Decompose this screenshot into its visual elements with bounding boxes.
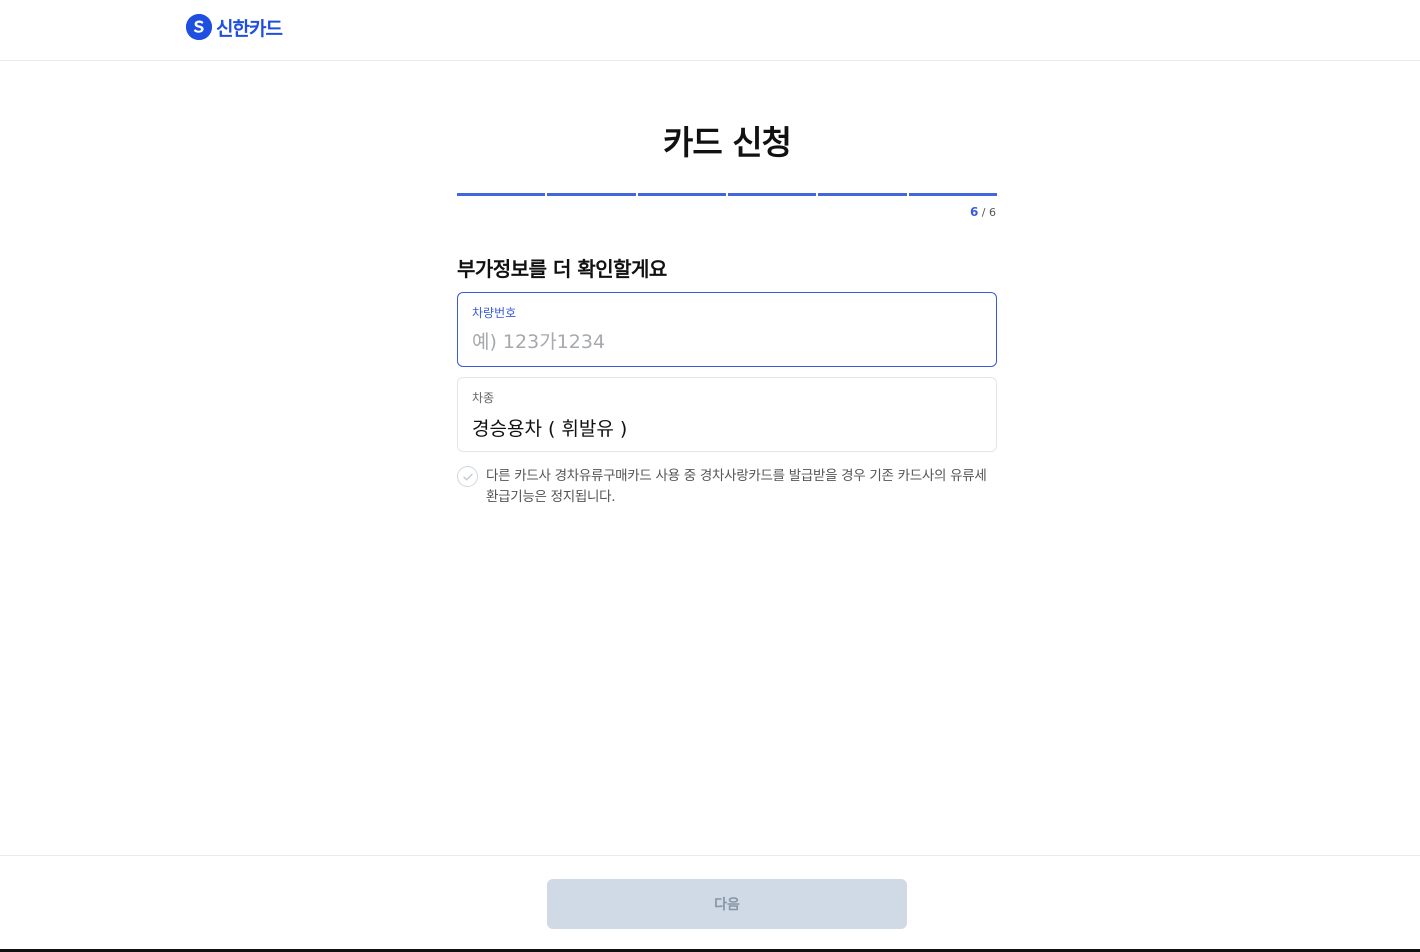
next-button[interactable]: 다음	[547, 879, 907, 929]
progress-segment	[727, 193, 817, 196]
progress-segment	[818, 193, 907, 196]
notice-text: 다른 카드사 경차유류구매카드 사용 중 경차사랑카드를 발급받을 경우 기존 …	[486, 468, 987, 505]
logo-text: 신한카드	[216, 17, 283, 40]
plate-number-input[interactable]	[472, 328, 972, 356]
section-title: 부가정보를 더 확인할게요	[457, 257, 667, 281]
progress-segment	[908, 193, 997, 196]
car-type-label: 차종	[472, 391, 495, 405]
header: 신한카드	[0, 0, 1420, 61]
page-title: 카드 신청	[663, 123, 792, 162]
plate-number-label: 차량번호	[472, 306, 517, 320]
shinhan-card-logo[interactable]: 신한카드	[186, 13, 283, 41]
plate-number-field[interactable]: 차량번호	[457, 292, 997, 367]
step-indicator: 6 / 6	[457, 205, 996, 219]
progress-segment	[547, 193, 636, 196]
step-total: / 6	[981, 206, 996, 219]
notice-checkbox[interactable]	[457, 466, 478, 487]
progress-segment	[637, 193, 726, 196]
fuel-refund-notice: 다른 카드사 경차유류구매카드 사용 중 경차사랑카드를 발급받을 경우 기존 …	[457, 466, 997, 508]
progress-segment	[457, 193, 546, 196]
check-icon	[462, 473, 473, 480]
car-type-value: 경승용차 ( 휘발유 )	[472, 418, 628, 440]
step-current: 6	[969, 205, 979, 219]
progress-bar	[457, 193, 997, 196]
footer: 다음	[0, 855, 1420, 950]
shinhan-logo-icon	[186, 14, 212, 40]
car-type-field[interactable]: 차종 경승용차 ( 휘발유 )	[457, 377, 997, 452]
